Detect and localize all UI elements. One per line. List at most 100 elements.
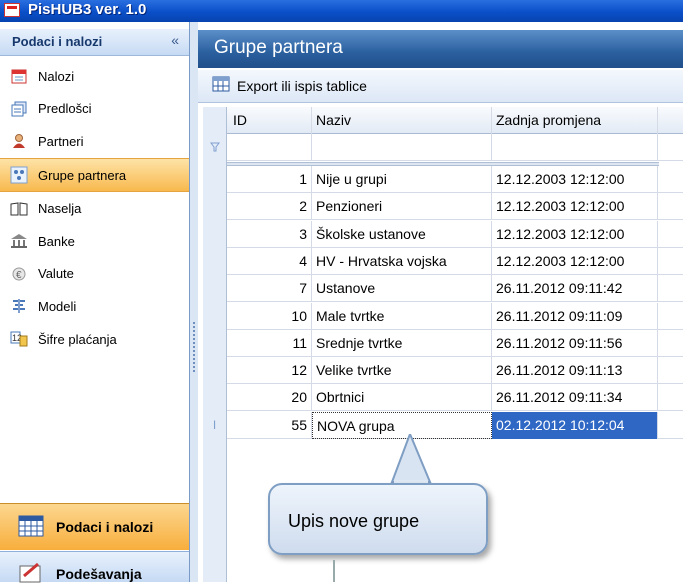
cell-zadnja-promjena[interactable]: 12.12.2003 12:12:00 [492,220,658,248]
cell-zadnja-promjena[interactable]: 26.11.2012 09:11:09 [492,302,658,330]
row-selector[interactable] [203,166,227,193]
cell-zadnja-promjena[interactable]: 12.12.2003 12:12:00 [492,247,658,275]
settings-icon [18,562,44,587]
row-selector[interactable] [203,357,227,385]
filter-cell-zadnja-promjena[interactable] [492,134,658,161]
filter-cell-naziv[interactable] [312,134,492,161]
cell-id[interactable]: 20 [227,384,312,412]
row-selector[interactable]: I [203,411,227,439]
callout-pointer [333,560,335,582]
cell-id[interactable]: 4 [227,247,312,275]
nav-item-valute[interactable]: € Valute [0,258,189,291]
table-row[interactable]: 1 Nije u grupi 12.12.2003 12:12:00 [203,166,683,193]
row-selector[interactable] [203,247,227,275]
nav-group-label: Podešavanja [56,566,142,582]
nav-item-banke[interactable]: Banke [0,225,189,258]
table-row[interactable]: 12 Velike tvrtke 26.11.2012 09:11:13 [203,357,683,385]
cell-naziv[interactable]: HV - Hrvatska vojska [312,247,492,275]
cell-id[interactable]: 1 [227,166,312,193]
cell-zadnja-promjena[interactable]: 02.12.2012 10:12:04 [492,411,658,439]
nav-item-partneri[interactable]: Partneri [0,125,189,158]
nav-item-label: Grupe partnera [38,167,127,183]
nav-item-label: Partneri [38,133,84,149]
cell-id[interactable]: 12 [227,357,312,385]
models-icon [10,297,28,315]
header-corner [203,107,227,134]
cell-id[interactable]: 10 [227,302,312,330]
callout: Upis nove grupe [268,483,488,555]
table-row[interactable]: 7 Ustanove 26.11.2012 09:11:42 [203,275,683,303]
cell-id[interactable]: 3 [227,220,312,248]
cell-zadnja-promjena[interactable]: 12.12.2003 12:12:00 [492,193,658,221]
book-icon [10,200,28,218]
nav-item-label: Modeli [38,298,77,314]
title-bar: PisHUB3 ver. 1.0 [0,0,683,22]
cell-id[interactable]: 7 [227,275,312,303]
nav-group-label: Podaci i nalozi [56,519,154,535]
table-row[interactable]: 20 Obrtnici 26.11.2012 09:11:34 [203,384,683,412]
nav-item-modeli[interactable]: Modeli [0,290,189,323]
cell-naziv[interactable]: Velike tvrtke [312,357,492,385]
column-header-zadnja-promjena[interactable]: Zadnja promjena [492,107,658,134]
payment-codes-icon: 12 [10,330,28,348]
currency-icon: € [10,265,28,283]
nav-item-predlosci[interactable]: Predlošci [0,93,189,126]
nav-item-sifre-placanja[interactable]: 12 Šifre plaćanja [0,323,189,356]
cell-zadnja-promjena[interactable]: 26.11.2012 09:11:42 [492,275,658,303]
row-selector[interactable] [203,220,227,248]
row-selector[interactable] [203,302,227,330]
cell-id[interactable]: 11 [227,329,312,357]
content-header: Grupe partnera [198,30,683,68]
cell-zadnja-promjena[interactable]: 12.12.2003 12:12:00 [492,166,658,193]
cell-zadnja-promjena[interactable]: 26.11.2012 09:11:34 [492,384,658,412]
cell-id[interactable]: 55 [227,411,312,439]
grid-header-row: ID Naziv Zadnja promjena [203,107,683,134]
column-header-id[interactable]: ID [227,107,312,134]
grid-icon [18,515,44,540]
cell-zadnja-promjena[interactable]: 26.11.2012 09:11:56 [492,329,658,357]
nav-item-nalozi[interactable]: Nalozi [0,60,189,93]
svg-text:€: € [16,270,22,281]
pane-splitter[interactable] [190,22,198,582]
filter-cell-id[interactable] [227,134,312,161]
export-button[interactable]: Export ili ispis tablice [212,76,367,95]
cell-naziv[interactable]: Nije u grupi [312,166,492,193]
row-selector[interactable] [203,193,227,221]
cell-naziv[interactable]: Školske ustanove [312,220,492,248]
collapse-icon[interactable]: « [171,32,179,48]
person-icon [10,132,28,150]
table-row[interactable]: 11 Srednje tvrtke 26.11.2012 09:11:56 [203,329,683,357]
cell-naziv[interactable]: Ustanove [312,275,492,303]
cell-naziv[interactable]: Srednje tvrtke [312,329,492,357]
cell-zadnja-promjena[interactable]: 26.11.2012 09:11:13 [492,357,658,385]
nav-item-naselja[interactable]: Naselja [0,192,189,225]
table-row[interactable]: 10 Male tvrtke 26.11.2012 09:11:09 [203,302,683,330]
templates-icon [10,100,28,118]
window-title: PisHUB3 ver. 1.0 [28,1,147,18]
nav-header-label: Podaci i nalozi [12,34,103,49]
callout-tail [390,434,432,484]
nav-item-label: Predlošci [38,101,92,117]
column-header-naziv[interactable]: Naziv [312,107,492,134]
cell-id[interactable]: 2 [227,193,312,221]
cell-naziv[interactable]: Penzioneri [312,193,492,221]
filter-row [203,134,683,161]
row-selector[interactable] [203,384,227,412]
group-icon [10,166,28,184]
nav-group-podaci-i-nalozi[interactable]: Podaci i nalozi [0,503,189,550]
bank-icon [10,232,28,250]
nav-item-label: Valute [38,266,74,282]
filter-icon[interactable] [203,134,227,161]
cell-naziv[interactable]: Male tvrtke [312,302,492,330]
table-row[interactable]: 3 Školske ustanove 12.12.2003 12:12:00 [203,220,683,248]
splitter-grip[interactable] [193,322,195,372]
nav-group-podesavanja[interactable]: Podešavanja [0,551,189,583]
table-row[interactable]: 2 Penzioneri 12.12.2003 12:12:00 [203,193,683,221]
row-selector[interactable] [203,329,227,357]
table-row[interactable]: 4 HV - Hrvatska vojska 12.12.2003 12:12:00 [203,247,683,275]
table-icon [212,76,230,95]
nav-item-label: Naselja [38,201,82,217]
cell-naziv[interactable]: Obrtnici [312,384,492,412]
nav-item-grupe-partnera[interactable]: Grupe partnera [0,157,189,193]
row-selector[interactable] [203,275,227,303]
